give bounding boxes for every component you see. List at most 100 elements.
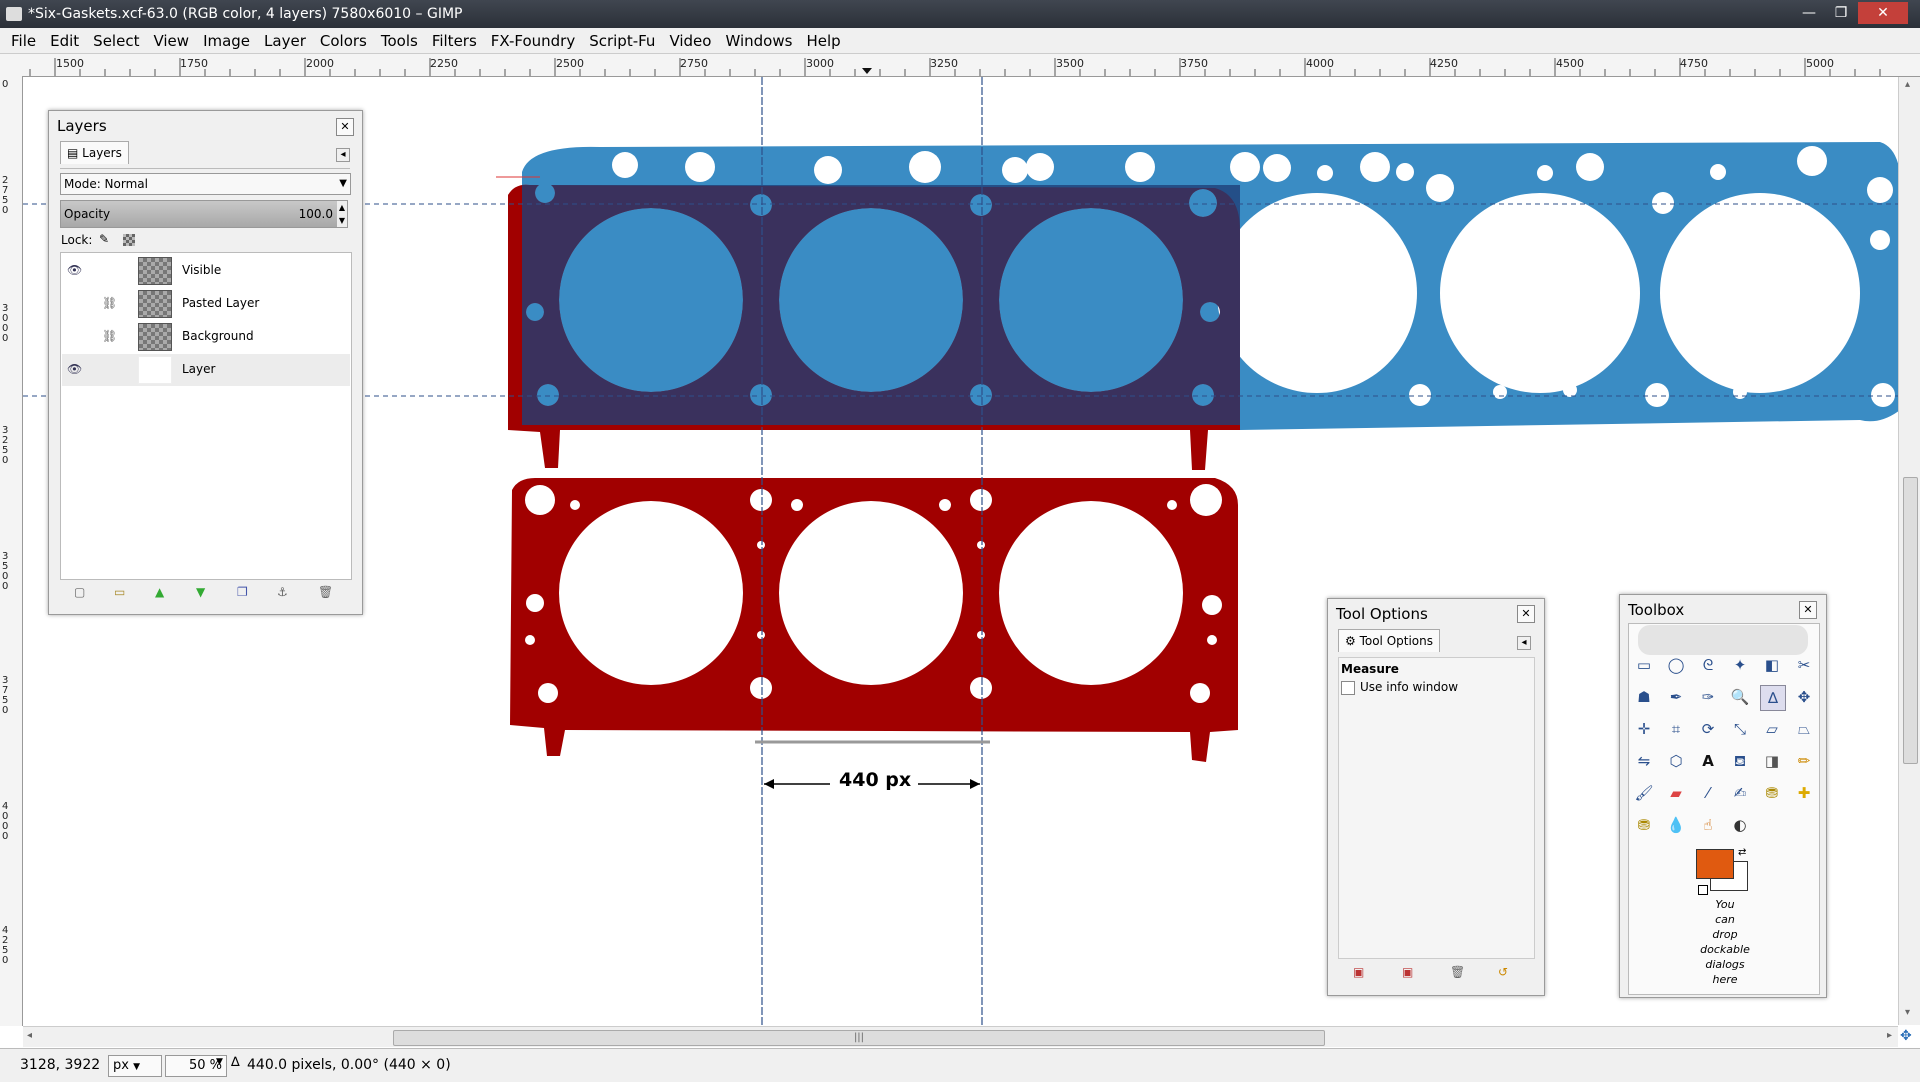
eye-icon[interactable]: 👁 — [67, 263, 83, 277]
new-layer-icon[interactable]: ▢ — [74, 585, 85, 599]
scrollbar-thumb[interactable] — [1903, 477, 1918, 764]
duplicate-layer-icon[interactable]: ❐ — [237, 585, 248, 599]
perspective-icon[interactable]: ⏢ — [1792, 717, 1816, 741]
clone-icon[interactable]: ⛃ — [1760, 781, 1784, 805]
menu-tools[interactable]: Tools — [374, 28, 425, 50]
vertical-ruler[interactable]: 0 2750 3000 3250 3500 3750 4000 4250 — [0, 76, 23, 1026]
tab-menu-icon[interactable]: ◂ — [336, 148, 350, 162]
move-icon[interactable]: ✥ — [1792, 685, 1816, 709]
foreground-select-icon[interactable]: ☗ — [1632, 685, 1656, 709]
use-info-window-checkbox[interactable] — [1341, 681, 1355, 695]
unit-select[interactable]: px ▼ — [108, 1055, 162, 1077]
menu-help[interactable]: Help — [799, 28, 847, 50]
airbrush-icon[interactable]: ⁄ — [1696, 781, 1720, 805]
delete-options-icon[interactable]: 🗑 — [1450, 965, 1465, 979]
scroll-right-icon[interactable]: ▸ — [1887, 1030, 1892, 1041]
close-button[interactable]: ✕ — [1858, 2, 1908, 24]
zoom-icon[interactable]: 🔍 — [1728, 685, 1752, 709]
lock-alpha-icon[interactable] — [123, 234, 135, 246]
free-select-icon[interactable]: ᘓ — [1696, 653, 1720, 677]
navigate-icon[interactable]: ✥ — [1900, 1028, 1912, 1044]
menu-video[interactable]: Video — [662, 28, 718, 50]
tab-layers[interactable]: ▤ Layers — [60, 141, 129, 164]
opacity-slider[interactable]: Opacity 100.0 ▲ ▼ — [60, 200, 348, 228]
restore-options-icon[interactable]: ▣ — [1402, 965, 1413, 979]
lower-layer-icon[interactable]: ▼ — [196, 585, 205, 599]
shear-icon[interactable]: ▱ — [1760, 717, 1784, 741]
blur-icon[interactable]: 💧 — [1664, 813, 1688, 837]
layer-row-background[interactable]: ⛓ Background — [62, 321, 350, 353]
scrollbar-thumb[interactable]: ||| — [393, 1030, 1325, 1046]
chain-link-icon[interactable]: ⛓ — [102, 296, 117, 310]
layer-row-visible[interactable]: 👁 Visible — [62, 255, 350, 287]
ellipse-select-icon[interactable]: ◯ — [1664, 653, 1688, 677]
anchor-layer-icon[interactable]: ⚓ — [277, 585, 288, 599]
scroll-left-icon[interactable]: ◂ — [27, 1030, 32, 1041]
close-icon[interactable]: ✕ — [1799, 601, 1817, 619]
new-group-icon[interactable]: ▭ — [114, 585, 125, 599]
color-select-icon[interactable]: ◧ — [1760, 653, 1784, 677]
menu-select[interactable]: Select — [86, 28, 146, 50]
scissors-icon[interactable]: ✂ — [1792, 653, 1816, 677]
crop-icon[interactable]: ⌗ — [1664, 717, 1688, 741]
foreground-color-swatch[interactable] — [1696, 849, 1734, 879]
layer-row-layer[interactable]: 👁 Layer — [62, 354, 350, 386]
scroll-up-icon[interactable]: ▴ — [1905, 79, 1910, 90]
perspective-clone-icon[interactable]: ⛃ — [1632, 813, 1656, 837]
maximize-button[interactable]: ❐ — [1826, 2, 1856, 24]
menu-file[interactable]: File — [4, 28, 43, 50]
menu-script-fu[interactable]: Script-Fu — [582, 28, 662, 50]
eraser-icon[interactable]: ▰ — [1664, 781, 1688, 805]
close-icon[interactable]: ✕ — [1517, 605, 1535, 623]
fuzzy-select-icon[interactable]: ✦ — [1728, 653, 1752, 677]
minimize-button[interactable]: — — [1794, 2, 1824, 24]
heal-icon[interactable]: ✚ — [1792, 781, 1816, 805]
default-colors-icon[interactable] — [1698, 885, 1708, 895]
lock-pixels-icon[interactable]: ✎ — [99, 232, 109, 246]
chain-link-icon[interactable]: ⛓ — [102, 329, 117, 343]
menu-fx-foundry[interactable]: FX-Foundry — [484, 28, 582, 50]
save-options-icon[interactable]: ▣ — [1353, 965, 1364, 979]
blend-icon[interactable]: ◨ — [1760, 749, 1784, 773]
rect-select-icon[interactable]: ▭ — [1632, 653, 1656, 677]
smudge-icon[interactable]: ☝ — [1696, 813, 1720, 837]
horizontal-scrollbar[interactable]: ||| ◂ ▸ — [23, 1026, 1898, 1047]
opacity-spinner[interactable]: ▲ ▼ — [337, 201, 347, 227]
layer-row-pasted[interactable]: ⛓ Pasted Layer — [62, 288, 350, 320]
menu-layer[interactable]: Layer — [257, 28, 313, 50]
menu-filters[interactable]: Filters — [425, 28, 484, 50]
pencil-icon[interactable]: ✏ — [1792, 749, 1816, 773]
menu-image[interactable]: Image — [196, 28, 257, 50]
menu-colors[interactable]: Colors — [313, 28, 374, 50]
horizontal-ruler[interactable]: 1500 1750 2000 2250 2500 2750 3000 3250 … — [0, 54, 1920, 77]
menu-edit[interactable]: Edit — [43, 28, 86, 50]
tab-menu-icon[interactable]: ◂ — [1517, 636, 1531, 650]
measure-icon[interactable]: ∆ — [1760, 685, 1786, 711]
scroll-down-icon[interactable]: ▾ — [1905, 1007, 1910, 1018]
delete-layer-icon[interactable]: 🗑 — [318, 585, 333, 599]
text-icon[interactable]: A — [1696, 749, 1720, 773]
flip-icon[interactable]: ⇋ — [1632, 749, 1656, 773]
eye-icon[interactable]: 👁 — [67, 362, 83, 376]
rotate-icon[interactable]: ⟳ — [1696, 717, 1720, 741]
tab-tool-options[interactable]: ⚙ Tool Options — [1338, 629, 1441, 652]
dodge-burn-icon[interactable]: ◐ — [1728, 813, 1752, 837]
scale-icon[interactable]: ⤡ — [1728, 717, 1752, 741]
swap-colors-icon[interactable]: ⇄ — [1738, 847, 1746, 858]
menu-windows[interactable]: Windows — [718, 28, 799, 50]
cage-transform-icon[interactable]: ⬡ — [1664, 749, 1688, 773]
chevron-down-icon[interactable]: ▼ — [216, 1057, 223, 1067]
close-icon[interactable]: ✕ — [336, 118, 354, 136]
paths-icon[interactable]: ✒ — [1664, 685, 1688, 709]
mode-select[interactable]: Mode: Normal ▼ — [60, 173, 351, 195]
vertical-scrollbar[interactable]: ▴ ▾ — [1898, 77, 1920, 1025]
paintbrush-icon[interactable]: 🖌 — [1632, 781, 1656, 805]
raise-layer-icon[interactable]: ▲ — [155, 585, 164, 599]
gimp-app-icon[interactable] — [6, 7, 22, 21]
ink-icon[interactable]: ✍ — [1728, 781, 1752, 805]
reset-options-icon[interactable]: ↺ — [1498, 965, 1508, 979]
menu-view[interactable]: View — [146, 28, 196, 50]
align-icon[interactable]: ✛ — [1632, 717, 1656, 741]
bucket-fill-icon[interactable]: ⛾ — [1728, 749, 1752, 773]
color-picker-icon[interactable]: ✑ — [1696, 685, 1720, 709]
